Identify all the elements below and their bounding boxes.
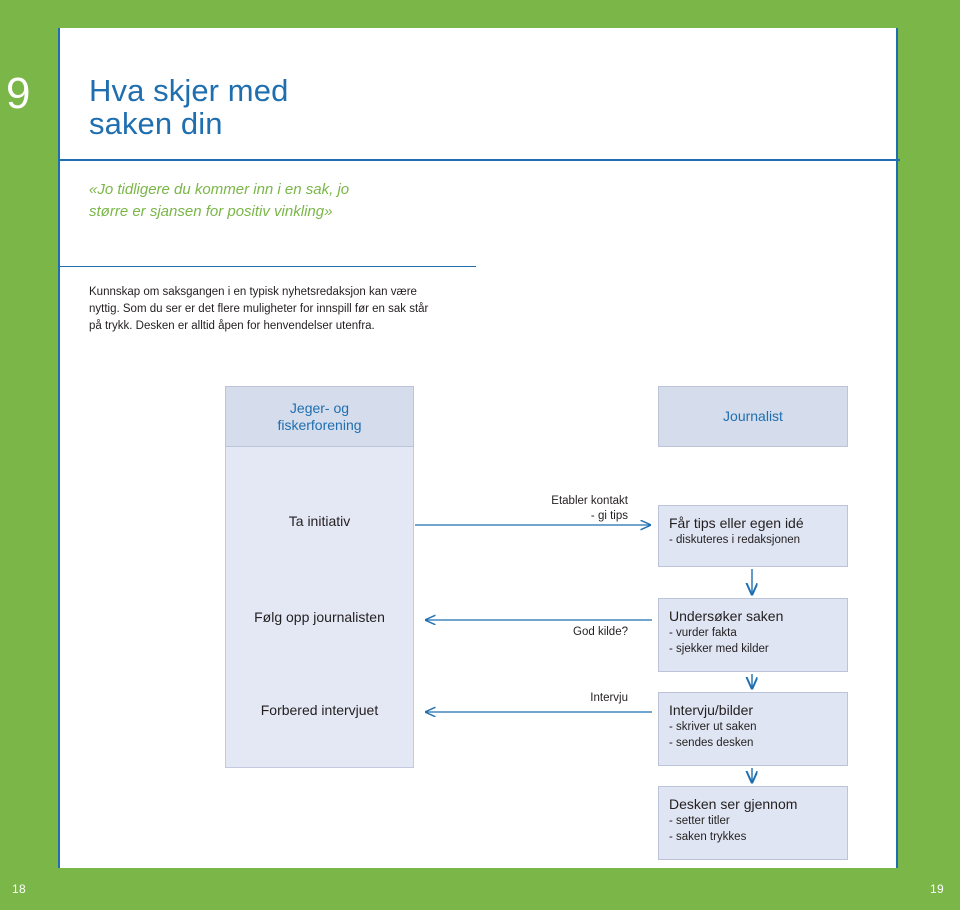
green-band-left [0,0,58,910]
document-page: 9 18 19 Hva skjer med saken din «Jo tidl… [0,0,960,910]
green-band-bottom [0,868,960,910]
green-band-top [0,0,960,28]
diagram-connectors [415,28,900,868]
chapter-number: 9 [6,69,31,118]
page-number-left: 18 [12,882,26,896]
page-number-right: 19 [930,882,944,896]
green-band-right [898,0,960,910]
process-diagram: Jeger- og fiskerforening Journalist Ta i… [60,28,900,868]
content-area: Hva skjer med saken din «Jo tidligere du… [58,28,900,868]
